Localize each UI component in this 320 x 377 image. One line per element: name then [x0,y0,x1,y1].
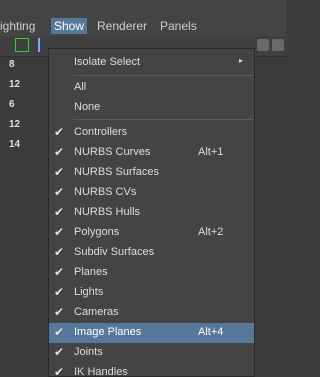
menu-item-none[interactable]: None [49,98,254,118]
menu-item-label: Cameras [74,306,119,318]
viewport-number: 14 [9,139,21,150]
menu-item-label: IK Handles [74,366,128,377]
viewport-number: 6 [9,99,15,110]
menu-item-label: All [74,81,87,93]
menu-item-label: Planes [74,266,108,278]
check-icon: ✔ [54,125,65,139]
checker-icon[interactable] [272,39,284,51]
menu-item-label: NURBS Surfaces [74,166,159,178]
menu-item-polygons[interactable]: ✔ Polygons Alt+2 [49,223,254,243]
menu-separator [73,75,254,76]
check-icon: ✔ [54,165,65,179]
menu-item-nurbs-hulls[interactable]: ✔ NURBS Hulls [49,203,254,223]
menu-item-shortcut: Alt+2 [198,226,224,238]
check-icon: ✔ [54,205,65,219]
menu-item-label: NURBS Hulls [74,206,141,218]
menu-item-ik-handles[interactable]: ✔ IK Handles [49,363,254,377]
menu-item-label: NURBS CVs [74,186,137,198]
check-icon: ✔ [54,285,65,299]
menu-renderer[interactable]: Renderer [97,19,147,33]
display-icon[interactable] [257,39,269,51]
pencil-icon[interactable] [15,38,29,52]
menu-item-lights[interactable]: ✔ Lights [49,283,254,303]
menu-panels[interactable]: Panels [160,19,197,33]
menu-separator [73,119,254,120]
menu-item-shortcut: Alt+4 [198,326,224,338]
check-icon: ✔ [54,145,65,159]
menu-item-nurbs-surfaces[interactable]: ✔ NURBS Surfaces [49,163,254,183]
check-icon: ✔ [54,365,65,377]
show-menu: Isolate Select ▸ All None ✔ Controllers … [48,48,255,377]
toolbar-divider [38,38,40,52]
menu-item-label: None [74,101,101,113]
menu-item-nurbs-cvs[interactable]: ✔ NURBS CVs [49,183,254,203]
menu-item-label: Image Planes [74,326,142,338]
menu-item-label: Lights [74,286,104,298]
menu-item-controllers[interactable]: ✔ Controllers [49,123,254,143]
check-icon: ✔ [54,225,65,239]
check-icon: ✔ [54,305,65,319]
viewport-number: 12 [9,79,21,90]
submenu-arrow-icon: ▸ [239,56,244,65]
menu-item-shortcut: Alt+1 [198,146,224,158]
menu-item-joints[interactable]: ✔ Joints [49,343,254,363]
viewport-number: 8 [9,59,15,70]
menu-show[interactable]: Show [51,18,88,34]
menubar: ighting Show Renderer Panels [0,0,287,36]
menu-lighting[interactable]: ighting [0,19,35,33]
menu-item-all[interactable]: All [49,78,254,98]
check-icon: ✔ [54,345,65,359]
menu-item-planes[interactable]: ✔ Planes [49,263,254,283]
menu-item-nurbs-curves[interactable]: ✔ NURBS Curves Alt+1 [49,143,254,163]
menu-item-image-planes[interactable]: ✔ Image Planes Alt+4 [49,323,254,343]
check-icon: ✔ [54,265,65,279]
menu-item-label: Isolate Select [74,56,141,68]
menu-item-isolate-select[interactable]: Isolate Select ▸ [49,53,254,73]
menu-item-cameras[interactable]: ✔ Cameras [49,303,254,323]
check-icon: ✔ [54,325,65,339]
menu-item-label: Joints [74,346,103,358]
menu-item-subdiv-surfaces[interactable]: ✔ Subdiv Surfaces [49,243,254,263]
menu-item-label: Polygons [74,226,120,238]
check-icon: ✔ [54,245,65,259]
menu-item-label: Controllers [74,126,128,138]
menu-item-label: Subdiv Surfaces [74,246,155,258]
check-icon: ✔ [54,185,65,199]
menu-item-label: NURBS Curves [74,146,151,158]
viewport-number: 12 [9,119,21,130]
